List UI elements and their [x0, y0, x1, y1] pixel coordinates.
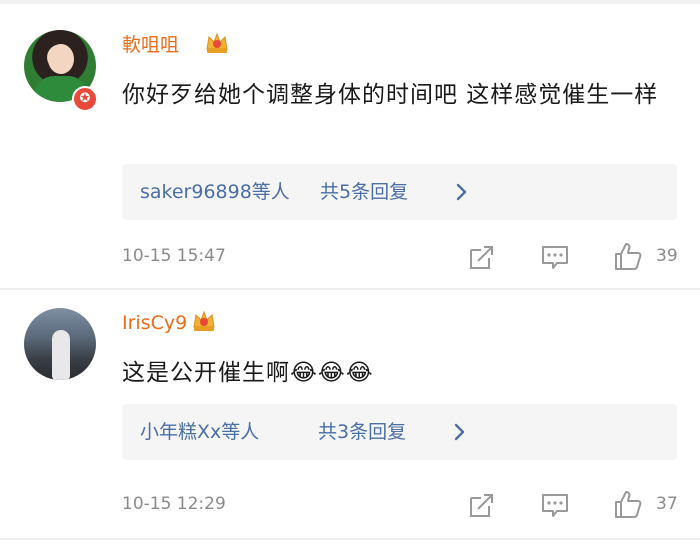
chevron-right-icon	[456, 183, 467, 201]
comment-item: IrisCy9 这是公开催生啊😂😂😂 小年糕Xx等人 共3条回复	[0, 292, 700, 540]
comment-text: 这是公开催生啊😂😂😂	[122, 360, 374, 386]
reply-users[interactable]: 小年糕Xx等人	[140, 419, 259, 445]
top-divider	[0, 0, 700, 4]
comment-icon[interactable]	[540, 490, 570, 520]
like-icon[interactable]	[612, 240, 644, 272]
comment-icon[interactable]	[540, 242, 570, 272]
crown-icon	[206, 32, 228, 53]
comment-divider	[0, 538, 700, 540]
comment-text: 你好歹给她个调整身体的时间吧 这样感觉催生一样	[122, 82, 659, 108]
share-icon[interactable]	[466, 242, 496, 272]
reply-users[interactable]: saker96898等人	[140, 179, 290, 205]
share-icon[interactable]	[466, 490, 496, 520]
comment-timestamp: 10-15 15:47	[122, 246, 226, 266]
reply-summary[interactable]: saker96898等人 共5条回复	[122, 164, 677, 220]
username[interactable]: 軟咀咀	[122, 32, 179, 58]
username[interactable]: IrisCy9	[122, 310, 187, 336]
like-icon[interactable]	[612, 488, 644, 520]
reply-count[interactable]: 共3条回复	[318, 419, 406, 445]
reply-summary[interactable]: 小年糕Xx等人 共3条回复	[122, 404, 677, 460]
avatar-face	[48, 44, 74, 74]
avatar-figure	[52, 330, 70, 380]
like-count: 37	[656, 494, 678, 514]
like-count: 39	[656, 246, 678, 266]
chevron-right-icon	[454, 423, 465, 441]
comment-timestamp: 10-15 12:29	[122, 494, 226, 514]
user-avatar[interactable]	[24, 308, 96, 380]
comment-item: ✪ 軟咀咀 你好歹给她个调整身体的时间吧 这样感觉催生一样 saker96898…	[0, 14, 700, 286]
comment-divider	[0, 288, 700, 290]
reply-count[interactable]: 共5条回复	[320, 179, 408, 205]
crown-icon	[193, 310, 215, 331]
verified-badge-icon: ✪	[72, 86, 98, 112]
